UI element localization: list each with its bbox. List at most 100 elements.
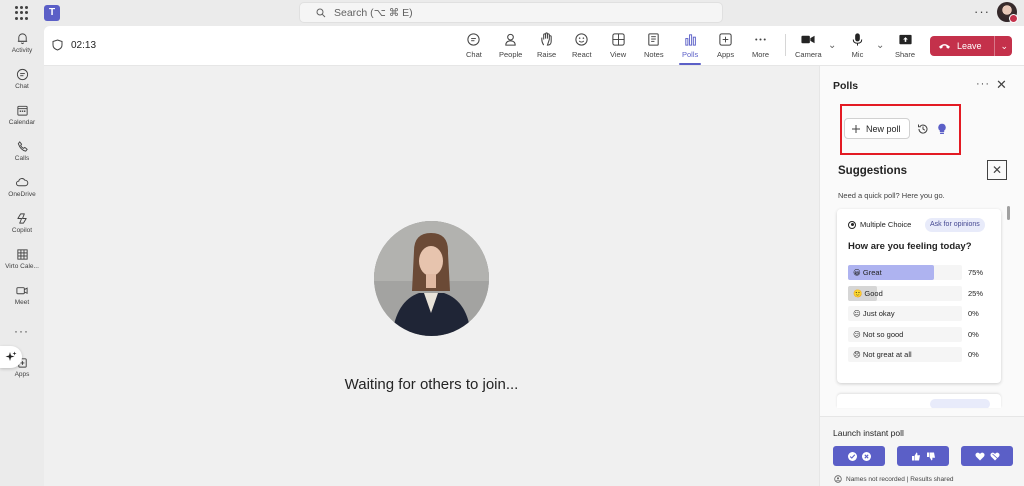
launch-instant-poll-section: Launch instant poll Names not recorded |…	[820, 416, 1024, 486]
shield-icon	[52, 39, 63, 51]
lightbulb-icon[interactable]	[937, 123, 947, 138]
x-icon	[861, 451, 871, 461]
option-label: 😀 Great	[853, 268, 882, 277]
toolbar-mic-button[interactable]: Mic	[850, 32, 865, 59]
suggestions-title: Suggestions	[838, 165, 908, 177]
option-percent: 75%	[968, 268, 984, 277]
copilot-spark-icon[interactable]	[0, 346, 22, 368]
option-label: 😞 Not great at all	[853, 350, 912, 359]
toolbar-label: View	[610, 50, 627, 59]
option-percent: 0%	[968, 309, 979, 318]
toolbar-share-button[interactable]: Share	[895, 32, 915, 59]
toolbar-label: Raise	[537, 50, 557, 59]
chat-icon	[16, 68, 28, 81]
poll-option: 🙂 Good 25%	[848, 286, 988, 301]
toolbar-label: Chat	[466, 50, 482, 59]
thumbs-up-icon	[911, 452, 920, 460]
close-icon: ✕	[991, 163, 1003, 177]
toolbar-view-button[interactable]: View	[610, 32, 626, 59]
add-app-icon	[719, 33, 732, 46]
app-launcher-icon[interactable]	[15, 6, 29, 20]
toolbar-camera-button[interactable]: Camera	[795, 32, 822, 59]
toolbar-apps-button[interactable]: Apps	[717, 32, 734, 59]
leave-label: Leave	[957, 41, 982, 51]
scrollbar[interactable]	[1007, 206, 1010, 220]
rail-label: Virto Cale...	[5, 263, 39, 270]
toolbar-label: More	[752, 50, 770, 59]
toolbar-divider	[785, 34, 786, 56]
avatar[interactable]	[997, 2, 1018, 23]
rail-item-meet[interactable]: Meet	[0, 284, 44, 306]
search-placeholder: Search (⌥ ⌘ E)	[334, 6, 413, 19]
option-percent: 0%	[968, 350, 979, 359]
calendar-icon	[16, 105, 28, 116]
toolbar-label: People	[499, 50, 523, 59]
polls-panel: Polls ··· ✕ New poll Suggestions ✕ Need …	[819, 66, 1024, 486]
toolbar-label: Notes	[644, 50, 664, 59]
meeting-toolbar: 02:13 Chat People Raise React View Notes	[44, 26, 1024, 66]
poll-tag-badge: Ask for opinions	[925, 218, 985, 232]
rail-item-activity[interactable]: Activity	[0, 32, 44, 54]
toolbar-label: Polls	[682, 50, 699, 59]
panel-more-icon[interactable]: ···	[976, 78, 990, 90]
grid-calendar-icon	[16, 249, 28, 260]
settings-more-icon[interactable]: ···	[974, 4, 990, 19]
option-label: 🙂 Good	[853, 289, 883, 298]
toolbar-chat-button[interactable]: Chat	[466, 32, 482, 59]
timer-text: 02:13	[71, 39, 97, 51]
rail-label: Chat	[15, 83, 29, 90]
toolbar-react-button[interactable]: React	[572, 32, 592, 59]
rail-label: Calendar	[8, 119, 36, 126]
poll-option: 😀 Great 75%	[848, 265, 988, 280]
grid-view-icon	[611, 33, 625, 46]
rail-label: Calls	[14, 155, 30, 162]
launch-title: Launch instant poll	[833, 428, 904, 438]
toolbar-notes-button[interactable]: Notes	[644, 32, 664, 59]
camera-options-chevron-icon[interactable]: ⌄	[828, 40, 836, 51]
phone-icon	[17, 141, 28, 152]
toolbar-more-button[interactable]: More	[752, 32, 769, 59]
rail-item-chat[interactable]: Chat	[0, 68, 44, 90]
privacy-text: Names not recorded | Results shared	[846, 475, 954, 483]
poll-type: Multiple Choice	[848, 220, 911, 229]
toolbar-label: Mic	[851, 50, 864, 59]
search-input[interactable]: Search (⌥ ⌘ E)	[299, 2, 723, 23]
privacy-icon	[834, 475, 842, 483]
hang-up-icon	[938, 44, 951, 49]
toolbar-label: Camera	[795, 50, 822, 59]
rail-label: Activity	[11, 47, 33, 54]
instant-poll-hearts-button[interactable]	[961, 446, 1013, 466]
heart-outline-icon	[989, 452, 1000, 460]
option-label: 😐 Just okay	[853, 309, 895, 318]
close-suggestions-button[interactable]: ✕	[987, 160, 1007, 180]
rail-item-virto-calendar[interactable]: Virto Cale...	[0, 248, 44, 270]
rail-item-copilot[interactable]: Copilot	[0, 212, 44, 234]
rail-item-calls[interactable]: Calls	[0, 140, 44, 162]
rail-item-calendar[interactable]: Calendar	[0, 104, 44, 126]
heart-icon	[974, 452, 985, 460]
close-icon[interactable]: ✕	[996, 78, 1007, 91]
option-label: 😕 Not so good	[853, 330, 904, 339]
participant-video-preview	[374, 221, 489, 336]
toolbar-polls-button[interactable]: Polls	[678, 32, 702, 65]
new-poll-button[interactable]: New poll	[844, 118, 910, 139]
suggested-poll-card[interactable]: Multiple Choice Ask for opinions How are…	[837, 209, 1001, 383]
toolbar-people-button[interactable]: People	[499, 32, 522, 59]
more-apps-icon[interactable]: ···	[14, 324, 29, 338]
toolbar-raise-button[interactable]: Raise	[537, 32, 556, 59]
poll-option: 😞 Not great at all 0%	[848, 347, 988, 362]
mic-options-chevron-icon[interactable]: ⌄	[876, 40, 884, 51]
teams-logo-icon: T	[44, 5, 60, 21]
instant-poll-thumbs-button[interactable]	[897, 446, 949, 466]
rail-label: Copilot	[11, 227, 33, 234]
meeting-timer: 02:13	[52, 39, 96, 51]
leave-button[interactable]: Leave ⌄	[930, 36, 1012, 56]
instant-poll-yes-no-button[interactable]	[833, 446, 885, 466]
copilot-icon	[16, 213, 27, 224]
new-poll-label: New poll	[866, 123, 901, 134]
leave-options-chevron-icon[interactable]: ⌄	[1001, 41, 1009, 52]
history-icon[interactable]	[917, 123, 929, 138]
share-icon	[898, 34, 912, 45]
rail-item-onedrive[interactable]: OneDrive	[0, 176, 44, 198]
next-suggestion-card[interactable]	[837, 394, 1001, 408]
